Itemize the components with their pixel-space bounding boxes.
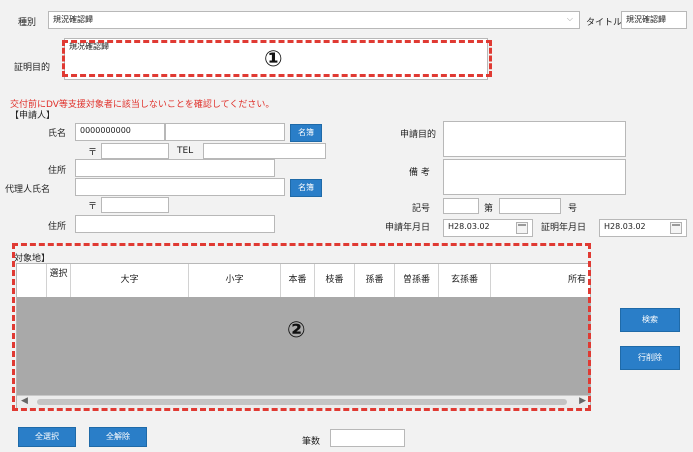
agent-address-label: 住所 [48,222,67,232]
apply-date-label: 申請年月日 [385,223,431,233]
address-label: 住所 [48,166,67,176]
search-button[interactable]: 検索 [620,308,680,332]
applicant-name-input[interactable] [165,123,285,141]
calendar-icon [670,222,682,234]
agent-directory-button[interactable]: 名簿 [290,179,322,197]
agent-postal-mark: 〒 [88,202,98,212]
remarks-label: 備 考 [409,168,430,178]
postal-mark: 〒 [88,148,98,158]
application-purpose-label: 申請目的 [400,130,437,140]
deselect-all-button[interactable]: 全解除 [89,427,147,447]
applicant-directory-button[interactable]: 名簿 [290,124,322,142]
agent-address-input[interactable] [75,215,275,233]
applicant-name-code-value: 0000000000 [80,126,131,135]
chevron-down-icon: ⌵ [566,14,573,23]
cert-purpose-label: 証明目的 [14,63,51,73]
applicant-section-label: 【申請人】 [10,111,56,121]
address-input[interactable] [75,159,275,177]
application-purpose-textarea[interactable] [443,121,626,157]
parcel-count-input[interactable] [330,429,405,447]
application-window: 種別 規況確認歸 ⌵ タイトル 規況確認歸 証明目的 規况確認歸 ① 交付前にD… [0,0,693,452]
agent-postal-code-input[interactable] [101,197,169,213]
parcel-count-label: 筆数 [302,437,321,447]
record-symbol-input[interactable] [443,198,479,214]
type-label: 種別 [18,18,37,28]
cert-date-label: 証明年月日 [541,223,587,233]
delete-row-button[interactable]: 行削除 [620,346,680,370]
callout-number-2: ② [287,318,306,343]
apply-date-value: H28.03.02 [448,222,490,231]
agent-name-input[interactable] [75,178,285,196]
callout-number-1: ① [264,47,283,72]
record-label: 記号 [412,204,431,214]
record-suffix-label: 号 [568,204,578,214]
record-mid-label: 第 [484,204,494,214]
type-select-value: 規況確認歸 [53,15,93,24]
cert-date-value: H28.03.02 [604,222,646,231]
title-input[interactable]: 規況確認歸 [621,11,687,29]
title-label: タイトル [586,18,623,28]
title-input-value: 規況確認歸 [626,15,666,24]
select-all-button[interactable]: 全選択 [18,427,76,447]
calendar-icon [516,222,528,234]
postal-code-input[interactable] [101,143,169,159]
applicant-name-label: 氏名 [48,129,67,139]
applicant-name-code-input[interactable]: 0000000000 [75,123,165,141]
agent-name-label: 代理人氏名 [5,185,51,195]
record-number-input[interactable] [499,198,561,214]
cert-date-input[interactable]: H28.03.02 [599,219,687,237]
tel-label: TEL [177,146,194,156]
type-select[interactable]: 規況確認歸 ⌵ [48,11,580,29]
tel-input[interactable] [203,143,326,159]
apply-date-input[interactable]: H28.03.02 [443,219,533,237]
remarks-textarea[interactable] [443,159,626,195]
